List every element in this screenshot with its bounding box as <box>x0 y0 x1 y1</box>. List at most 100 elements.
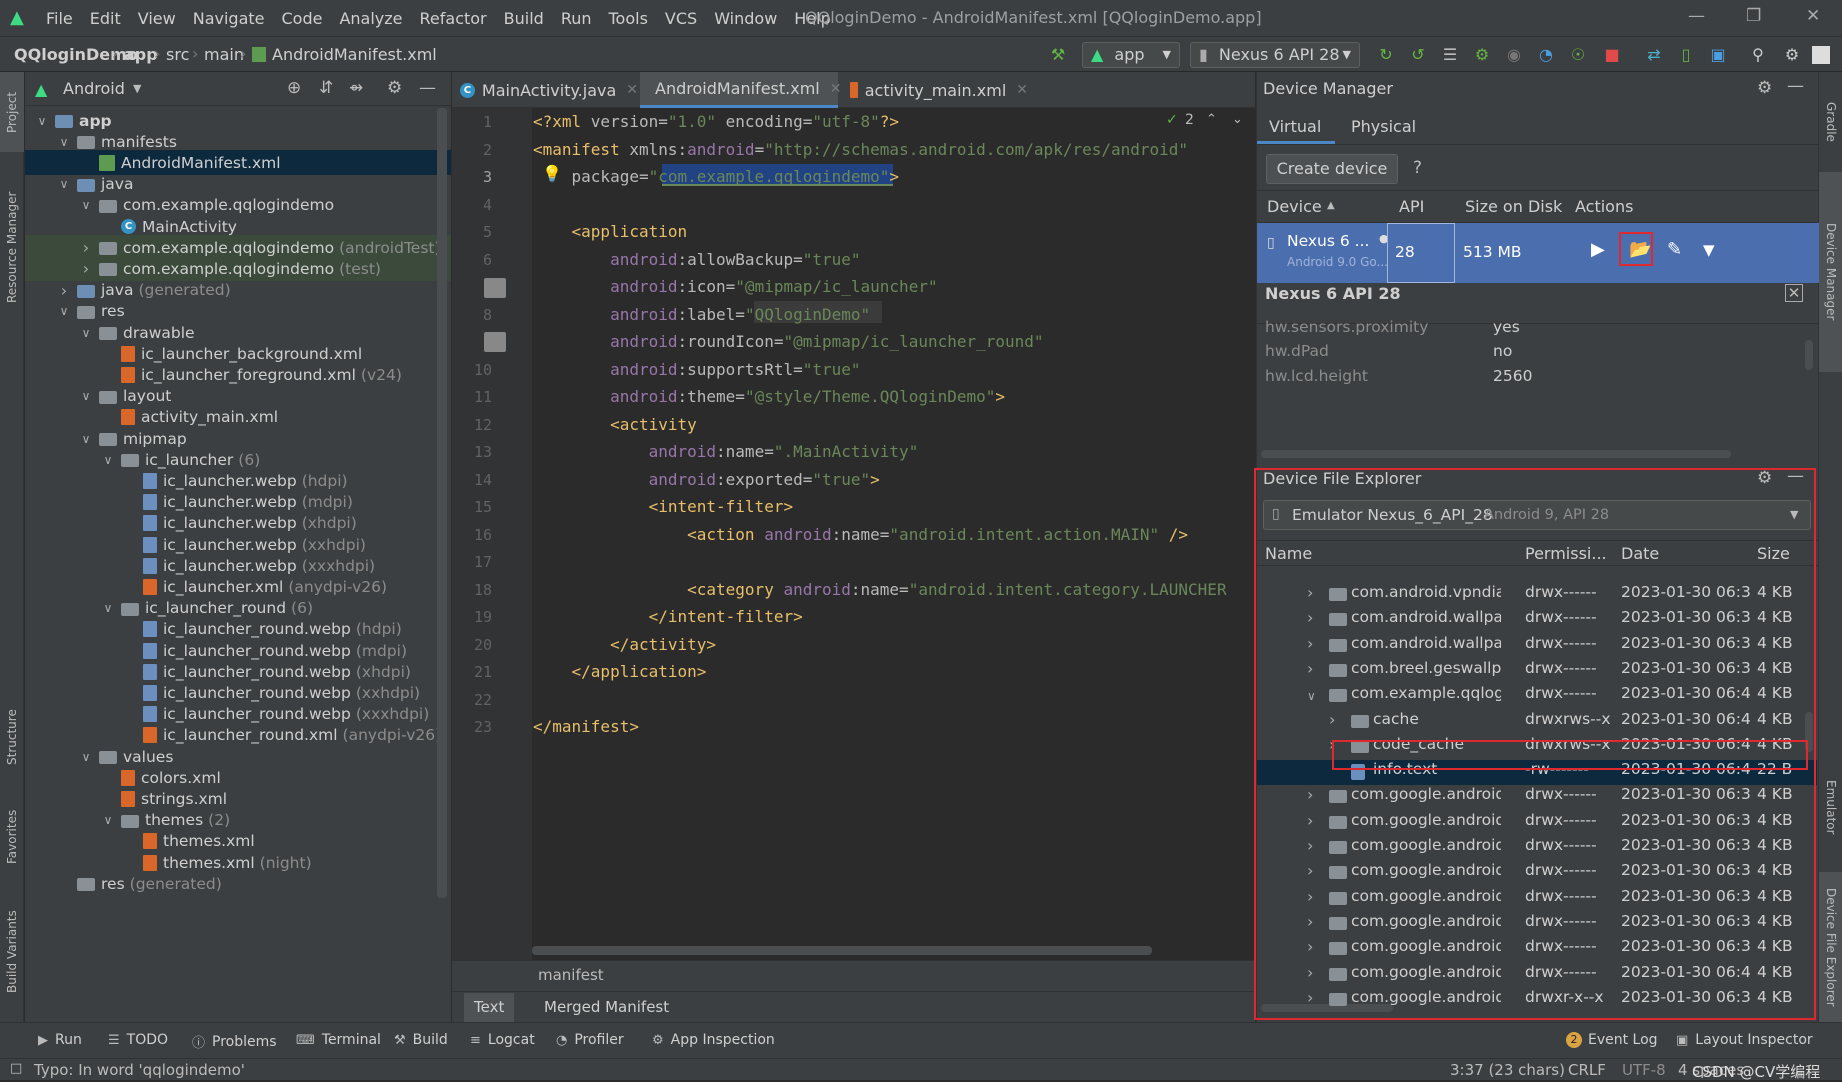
project-tree-item[interactable]: res (generated) <box>25 871 451 896</box>
breadcrumb-file[interactable]: AndroidManifest.xml <box>272 45 437 64</box>
tab-merged-manifest[interactable]: Merged Manifest <box>544 998 669 1016</box>
locate-file-icon[interactable]: ⊕ <box>287 78 301 98</box>
menu-window[interactable]: Window <box>714 9 777 28</box>
breadcrumb-src[interactable]: src <box>166 45 189 64</box>
debug-icon[interactable]: ⚙ <box>1472 46 1492 64</box>
close-tab-icon[interactable]: ✕ <box>1016 82 1028 98</box>
collapse-all-icon[interactable]: ⇴ <box>349 78 363 98</box>
settings-gear-icon[interactable]: ⚙ <box>387 78 402 98</box>
line-separator[interactable]: CRLF <box>1568 1061 1606 1079</box>
editor-h-scrollbar[interactable] <box>532 946 1152 955</box>
tab-text[interactable]: Text <box>464 993 515 1023</box>
chevron-down-icon[interactable]: ∨ <box>57 135 71 149</box>
close-tab-icon[interactable]: ✕ <box>830 81 842 97</box>
caret-position[interactable]: 3:37 (23 chars) <box>1450 1061 1565 1079</box>
profile-icon[interactable]: ◔ <box>1536 46 1556 64</box>
menu-navigate[interactable]: Navigate <box>193 9 265 28</box>
hide-panel-icon[interactable]: — <box>419 78 436 98</box>
coverage-icon[interactable]: ◉ <box>1504 46 1524 64</box>
tree-scrollbar[interactable] <box>437 108 447 898</box>
menu-build[interactable]: Build <box>504 9 544 28</box>
chevron-down-icon[interactable]: ∨ <box>101 601 115 615</box>
run-config-select[interactable]: ▲ app ▼ <box>1082 42 1180 68</box>
menu-code[interactable]: Code <box>282 9 323 28</box>
more-actions-icon[interactable]: ▼ <box>1703 241 1715 259</box>
side-tab-favorites[interactable]: Favorites <box>0 792 24 882</box>
apply-changes-icon[interactable]: ↺ <box>1408 46 1428 64</box>
col-device[interactable]: Device <box>1267 197 1322 216</box>
menu-view[interactable]: View <box>138 9 176 28</box>
side-tab-device-manager[interactable]: Device Manager <box>1819 172 1842 372</box>
menu-vcs[interactable]: VCS <box>665 9 697 28</box>
side-tab-structure[interactable]: Structure <box>0 692 24 782</box>
launch-play-icon[interactable]: ▶ <box>1591 239 1605 260</box>
col-actions[interactable]: Actions <box>1575 197 1633 216</box>
expand-all-icon[interactable]: ⇵ <box>319 78 333 98</box>
tab-physical[interactable]: Physical <box>1351 117 1416 136</box>
settings-gear-icon[interactable]: ⚙ <box>1782 46 1802 64</box>
prev-highlight-icon[interactable]: ⌃ <box>1206 112 1217 127</box>
status-message[interactable]: Typo: In word 'qqlogindemo' <box>34 1061 245 1079</box>
tool-event-log[interactable]: 2 Event Log <box>1566 1032 1658 1048</box>
chevron-right-icon[interactable]: › <box>57 281 71 300</box>
chevron-down-icon[interactable]: ∨ <box>79 432 93 446</box>
details-v-scrollbar[interactable] <box>1805 340 1813 370</box>
next-highlight-icon[interactable]: ⌄ <box>1232 112 1243 127</box>
attach-debugger-icon[interactable]: ☉ <box>1568 46 1588 64</box>
tool-app-inspection[interactable]: ⚙ App Inspection <box>652 1032 775 1048</box>
tool-layout-inspector[interactable]: ▣ Layout Inspector <box>1676 1032 1813 1048</box>
help-icon[interactable]: ? <box>1413 158 1422 178</box>
status-toggle-icon[interactable]: □ <box>10 1061 22 1076</box>
create-device-button[interactable]: Create device <box>1266 154 1398 184</box>
tool-problems[interactable]: ⓘ Problems <box>192 1032 277 1052</box>
tab-activity-main[interactable]: activity_main.xml ✕ <box>842 72 1028 108</box>
chevron-down-icon[interactable]: ∨ <box>79 326 93 340</box>
details-h-scrollbar[interactable] <box>1261 450 1731 458</box>
tool-todo[interactable]: ☰ TODO <box>108 1032 168 1048</box>
tool-logcat[interactable]: ≡ Logcat <box>470 1032 535 1048</box>
close-window-icon[interactable]: ✕ <box>1806 6 1820 26</box>
menu-refactor[interactable]: Refactor <box>420 9 487 28</box>
device-row[interactable]: ▯ Nexus 6 ... ● Android 9.0 Go... 28 513… <box>1257 223 1819 283</box>
tab-mainactivity[interactable]: C MainActivity.java ✕ <box>452 72 638 108</box>
settings-gear-icon[interactable]: ⚙ <box>1757 78 1772 98</box>
restore-icon[interactable]: ❐ <box>1746 6 1761 26</box>
chevron-down-icon[interactable]: ∨ <box>101 453 115 467</box>
hide-panel-icon[interactable]: — <box>1787 76 1804 96</box>
chevron-down-icon[interactable]: ∨ <box>79 389 93 403</box>
menu-run[interactable]: Run <box>561 9 592 28</box>
device-manager-icon[interactable]: ▯ <box>1676 46 1696 64</box>
breadcrumb-project[interactable]: QQloginDemo <box>14 45 138 64</box>
xml-breadcrumb[interactable]: manifest <box>538 966 604 984</box>
col-size[interactable]: Size on Disk <box>1465 197 1562 216</box>
image-preview-icon[interactable] <box>484 278 506 298</box>
chevron-right-icon[interactable]: › <box>79 238 93 257</box>
tab-androidmanifest[interactable]: AndroidManifest.xml ✕ <box>640 72 841 108</box>
chevron-down-icon[interactable]: ▼ <box>133 82 141 95</box>
chevron-down-icon[interactable]: ∨ <box>101 813 115 827</box>
device-select[interactable]: ▮ Nexus 6 API 28 ▼ <box>1190 42 1360 68</box>
side-tab-emulator[interactable]: Emulator <box>1819 752 1842 862</box>
file-encoding[interactable]: UTF-8 <box>1622 1061 1666 1079</box>
col-api[interactable]: API <box>1399 197 1424 216</box>
chevron-down-icon[interactable]: ∨ <box>79 750 93 764</box>
tool-build[interactable]: ⚒ Build <box>394 1032 448 1048</box>
side-tab-build-variants[interactable]: Build Variants <box>0 892 24 1012</box>
side-tab-device-file-explorer[interactable]: Device File Explorer <box>1819 872 1842 1022</box>
side-tab-gradle[interactable]: Gradle <box>1819 82 1842 162</box>
breadcrumb-main[interactable]: main <box>204 45 244 64</box>
chevron-right-icon[interactable]: › <box>79 259 93 278</box>
chevron-down-icon[interactable]: ∨ <box>57 177 71 191</box>
build-hammer-icon[interactable]: ⚒ <box>1048 46 1068 64</box>
menu-file[interactable]: File <box>46 9 73 28</box>
tool-run[interactable]: ▶ Run <box>38 1032 82 1048</box>
image-preview-icon[interactable] <box>484 332 506 352</box>
side-tab-project[interactable]: Project <box>0 72 24 152</box>
apply-code-changes-icon[interactable]: ☰ <box>1440 46 1460 64</box>
chevron-down-icon[interactable]: ∨ <box>35 114 49 128</box>
close-details-icon[interactable]: ✕ <box>1785 284 1803 302</box>
edit-pencil-icon[interactable]: ✎ <box>1667 239 1682 260</box>
close-tab-icon[interactable]: ✕ <box>626 82 638 98</box>
tool-terminal[interactable]: ⌨ Terminal <box>296 1032 381 1048</box>
minimize-icon[interactable]: — <box>1688 6 1705 26</box>
